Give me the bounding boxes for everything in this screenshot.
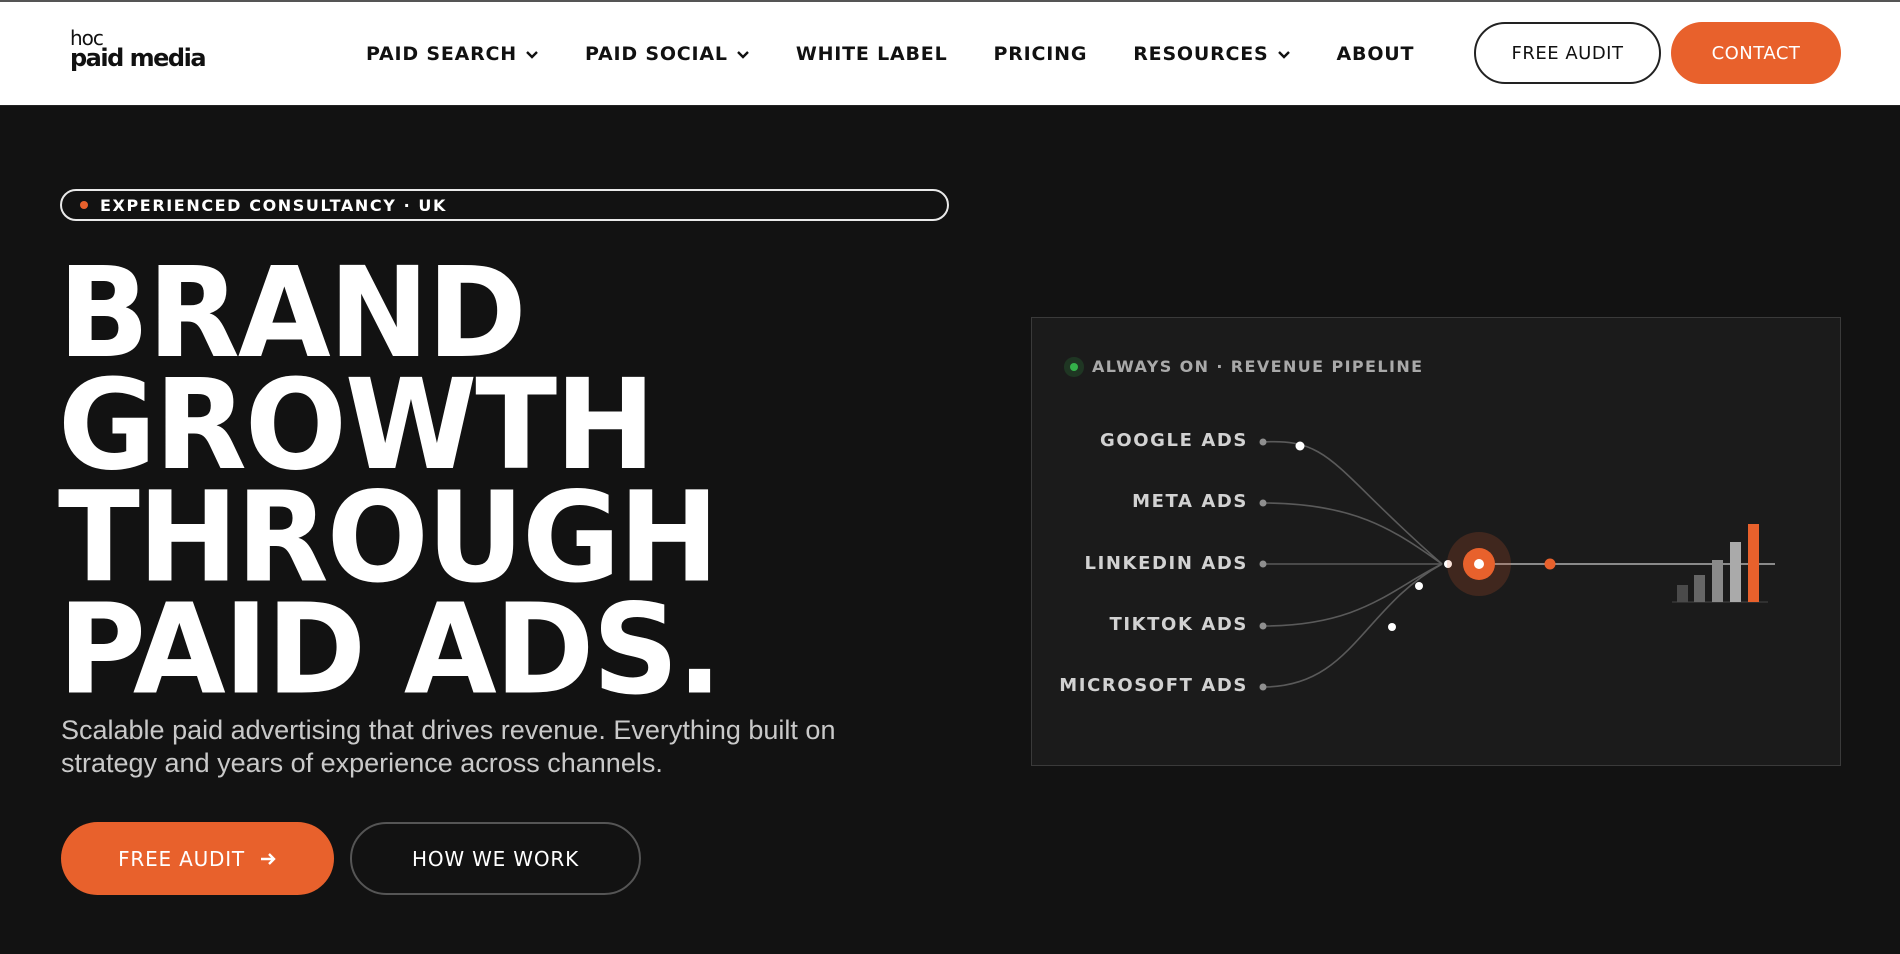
nav-item-pricing[interactable]: PRICING (993, 43, 1087, 65)
hero-headline: BRAND GROWTH THROUGH PAID ADS. (58, 251, 722, 723)
flow-particle (1415, 582, 1423, 590)
contact-button[interactable]: CONTACT (1671, 22, 1841, 84)
nav-label: PAID SOCIAL (585, 42, 728, 65)
chevron-down-icon (1277, 50, 1290, 59)
nav-item-white-label[interactable]: WHITE LABEL (796, 43, 948, 65)
status-dot-icon (1070, 362, 1078, 371)
chevron-down-icon (526, 50, 538, 59)
nav-label: PAID SEARCH (366, 42, 517, 65)
revenue-pipeline-panel: ALWAYS ON · REVENUE PIPELINE GOOGLE ADS … (1031, 317, 1841, 766)
status-label: ALWAYS ON · REVENUE PIPELINE (1092, 357, 1424, 376)
pipeline-status: ALWAYS ON · REVENUE PIPELINE (1070, 357, 1423, 376)
nav-label: WHITE LABEL (795, 42, 948, 65)
nav-item-resources[interactable]: RESOURCES (1133, 43, 1290, 65)
growth-bar (1694, 575, 1705, 602)
logo-bottom-text: paid media (70, 44, 207, 72)
hub-core (1474, 559, 1484, 569)
channel-tiktok-ads: TIKTOK ADS (1109, 614, 1248, 635)
source-dot (1259, 499, 1267, 507)
free-audit-button[interactable]: FREE AUDIT (1474, 22, 1661, 84)
growth-bar (1730, 542, 1741, 602)
channel-linkedin-ads: LINKEDIN ADS (1084, 553, 1248, 574)
orange-dot-icon (80, 201, 88, 209)
flow-line-meta (1262, 502, 1443, 565)
hero-free-audit-button[interactable]: FREE AUDIT (61, 822, 334, 895)
channel-meta-ads: META ADS (1132, 491, 1248, 512)
consultancy-tag: EXPERIENCED CONSULTANCY · UK (60, 189, 949, 221)
main-nav: PAID SEARCH PAID SOCIAL WHITE LABEL PRIC… (366, 2, 1460, 105)
source-dot (1259, 560, 1267, 568)
growth-bar (1677, 585, 1688, 602)
nav-label: ABOUT (1336, 42, 1415, 65)
cta-label: FREE AUDIT (118, 846, 245, 871)
tag-label: EXPERIENCED CONSULTANCY · UK (100, 195, 448, 215)
hero-subtext: Scalable paid advertising that drives re… (61, 715, 836, 778)
growth-bar-highlight (1748, 524, 1759, 602)
source-dot (1259, 438, 1267, 446)
channel-google-ads: GOOGLE ADS (1099, 430, 1248, 451)
output-particle (1544, 558, 1556, 570)
source-dot (1259, 683, 1267, 691)
nav-label: RESOURCES (1133, 42, 1269, 65)
nav-item-paid-social[interactable]: PAID SOCIAL (585, 43, 750, 65)
pipeline-diagram (1259, 438, 1775, 691)
how-we-work-button[interactable]: HOW WE WORK (350, 822, 641, 895)
growth-bar (1712, 560, 1723, 602)
headline-line: PAID ADS. (58, 578, 722, 723)
nav-label: PRICING (993, 42, 1088, 65)
arrow-right-icon (260, 852, 276, 865)
source-dot (1259, 622, 1267, 630)
nav-item-about[interactable]: ABOUT (1337, 43, 1415, 65)
flow-line-tiktok (1262, 563, 1443, 627)
flow-particle (1388, 623, 1396, 631)
flow-particle (1295, 441, 1305, 451)
chevron-down-icon (736, 50, 749, 59)
channel-microsoft-ads: MICROSOFT ADS (1059, 675, 1248, 696)
logo[interactable]: hoc paid media (70, 28, 207, 72)
nav-item-paid-search[interactable]: PAID SEARCH (366, 43, 539, 65)
site-header: hoc paid media PAID SEARCH PAID SOCIAL W… (0, 2, 1900, 106)
